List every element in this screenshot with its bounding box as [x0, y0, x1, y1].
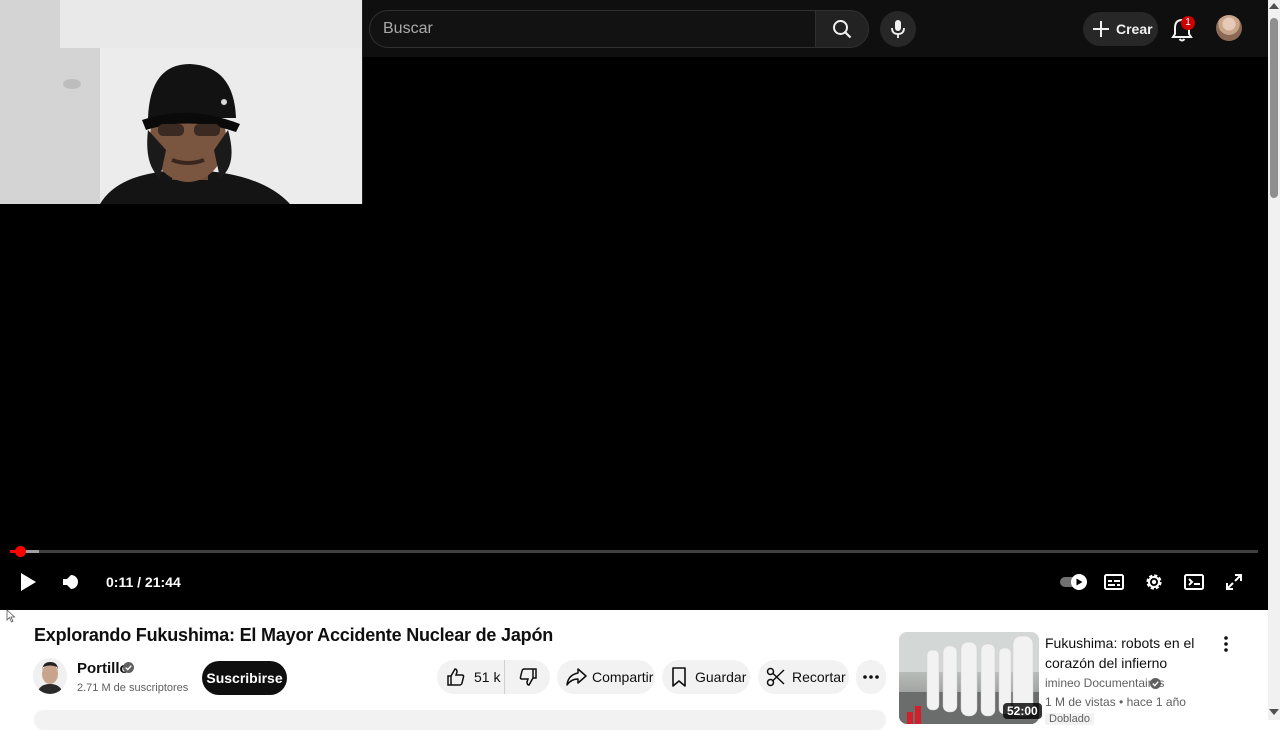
video-title: Explorando Fukushima: El Mayor Accidente… — [34, 625, 554, 645]
recommendation-title[interactable]: Fukushima: robots en el corazón del infi… — [1045, 633, 1215, 673]
miniplayer-button[interactable] — [1180, 569, 1208, 595]
create-label: Crear — [1116, 21, 1153, 37]
share-icon — [566, 668, 587, 686]
play-icon — [21, 573, 36, 591]
more-vert-icon — [1224, 636, 1228, 652]
progress-bar[interactable] — [10, 550, 1258, 553]
recommendation-channel[interactable]: imineo Documentaires — [1045, 676, 1164, 690]
mic-icon — [891, 20, 905, 38]
webcam-overlay — [0, 0, 363, 204]
like-dislike-group: 51 k — [437, 660, 550, 694]
subscribe-button[interactable]: Suscribirse — [202, 661, 287, 695]
scroll-thumb[interactable] — [1270, 18, 1278, 198]
notification-badge: 1 — [1181, 16, 1195, 30]
channel-avatar[interactable] — [33, 658, 67, 694]
verified-icon — [1150, 678, 1161, 689]
thumb-up-icon — [447, 668, 465, 686]
settings-icon — [1146, 574, 1162, 590]
search-icon — [833, 20, 852, 39]
webcam-person-image — [0, 0, 363, 204]
play-button[interactable] — [14, 568, 42, 596]
time-display: 0:11 / 21:44 — [106, 574, 181, 590]
description-box[interactable] — [34, 710, 886, 730]
video-player[interactable]: 0:11 / 21:44 — [0, 0, 1268, 610]
video-duration-badge: 52:00 — [1003, 703, 1042, 719]
fullscreen-button[interactable] — [1220, 568, 1248, 596]
volume-button[interactable] — [56, 568, 82, 596]
recommendation-meta: 1 M de vistas • hace 1 año — [1045, 695, 1186, 709]
search-input[interactable]: Buscar — [369, 10, 815, 48]
save-label: Guardar — [695, 669, 747, 685]
share-label: Compartir — [592, 669, 654, 685]
subscriber-count: 2.71 M de suscriptores — [77, 682, 189, 694]
more-actions-button[interactable] — [856, 660, 886, 694]
recommendation-menu-button[interactable] — [1218, 636, 1234, 656]
scissors-icon — [766, 667, 785, 687]
account-avatar[interactable] — [1216, 15, 1242, 41]
fullscreen-icon — [1226, 574, 1242, 590]
more-horiz-icon — [863, 675, 879, 679]
clip-button[interactable]: Recortar — [758, 660, 849, 694]
save-button[interactable]: Guardar — [662, 660, 750, 694]
create-button[interactable]: Crear — [1083, 12, 1158, 46]
bookmark-icon — [672, 667, 686, 687]
like-button[interactable]: 51 k — [437, 660, 505, 694]
mouse-cursor — [6, 609, 16, 628]
scrubber-handle[interactable] — [14, 546, 26, 557]
clip-label: Recortar — [792, 669, 846, 685]
volume-icon — [63, 575, 78, 589]
channel-name[interactable]: Portillo — [77, 660, 129, 677]
verified-icon — [123, 662, 134, 673]
share-button[interactable]: Compartir — [557, 660, 655, 694]
dubbed-badge: Doblado — [1045, 713, 1094, 725]
search-button[interactable] — [815, 10, 869, 48]
subtitles-icon — [1104, 574, 1124, 590]
like-count: 51 k — [474, 669, 501, 685]
voice-search-button[interactable] — [880, 11, 916, 47]
dislike-button[interactable] — [505, 660, 550, 694]
thumb-down-icon — [519, 668, 537, 686]
miniplayer-icon — [1184, 574, 1204, 590]
scroll-down-arrow[interactable] — [1269, 709, 1279, 715]
autoplay-toggle-icon — [1060, 574, 1087, 590]
settings-button[interactable] — [1140, 568, 1168, 596]
autoplay-toggle[interactable] — [1060, 571, 1088, 593]
scroll-up-arrow[interactable] — [1269, 3, 1279, 9]
plus-icon — [1093, 21, 1109, 37]
subtitles-button[interactable] — [1100, 569, 1128, 595]
